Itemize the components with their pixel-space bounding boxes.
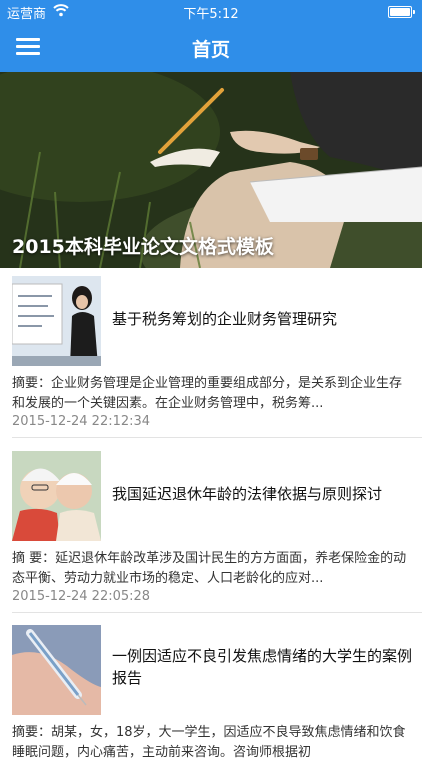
hero-banner[interactable]: 2015本科毕业论文文格式模板 (0, 72, 422, 268)
article-thumbnail (12, 451, 101, 541)
hamburger-menu-icon[interactable] (16, 36, 42, 56)
hero-caption: 2015本科毕业论文文格式模板 (12, 236, 274, 258)
article-title: 基于税务筹划的企业财务管理研究 (112, 310, 338, 328)
article-item[interactable]: 一例因适应不良引发焦虑情绪的大学生的案例报告 摘要：胡某，女，18岁，大一学生，… (0, 625, 422, 760)
article-date: 2015-12-24 22:12:34 (12, 414, 151, 429)
battery-icon (388, 6, 415, 18)
page-title: 首页 (191, 39, 230, 61)
divider (12, 612, 422, 613)
article-thumbnail (12, 625, 101, 715)
navigation-bar: 首页 (0, 22, 422, 72)
article-date: 2015-12-24 22:05:28 (12, 589, 151, 604)
divider (12, 437, 422, 438)
article-title: 我国延迟退休年龄的法律依据与原则探讨 (112, 485, 383, 503)
article-summary: 摘要：胡某，女，18岁，大一学生，因适应不良导致焦虑情绪和饮食睡眠问题，内心痛苦… (12, 725, 406, 760)
article-summary: 摘 要：延迟退休年龄改革涉及国计民生的方方面面，养老保险金的动态平衡、劳动力就业… (12, 551, 407, 586)
article-summary: 摘要：企业财务管理是企业管理的重要组成部分，是关系到企业生存和发展的一个关键因素… (12, 376, 403, 411)
status-bar: 运营商 下午5:12 (0, 0, 422, 22)
article-title: 一例因适应不良引发焦虑情绪的大学生的案例报告 (112, 647, 413, 687)
article-item[interactable]: 基于税务筹划的企业财务管理研究 摘要：企业财务管理是企业管理的重要组成部分，是关… (0, 276, 422, 436)
status-time: 下午5:12 (183, 7, 239, 22)
article-thumbnail (12, 276, 101, 366)
article-item[interactable]: 我国延迟退休年龄的法律依据与原则探讨 摘 要：延迟退休年龄改革涉及国计民生的方方… (0, 451, 422, 611)
